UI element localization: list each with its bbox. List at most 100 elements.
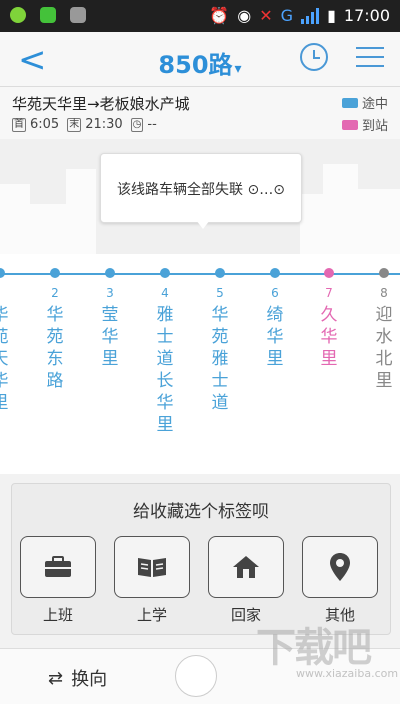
stop-dot [105,268,115,278]
stop-number [0,286,20,300]
stop-name-char: 东 [46,349,64,369]
route-times: 首 6:05 末 21:30 ◷ -- [12,117,157,132]
app-notification-icon [10,7,26,23]
stop-name: 华苑雅士道 [200,304,240,414]
stop-item[interactable]: 华苑天华里 [0,268,20,414]
map-pin-icon [330,553,350,581]
stop-item[interactable]: 6 绮华里 [255,268,295,370]
favorite-tag-sheet: 给收藏选个标签呗 上班 上学 回家 其他 [11,483,391,635]
stop-name-char: 士 [211,371,229,391]
stop-name: 华苑天华里 [0,304,20,414]
stop-name-char: 苑 [46,327,64,347]
signal-icon [301,7,320,24]
stop-item[interactable]: 5 华苑雅士道 [200,268,240,414]
stop-dot [160,268,170,278]
stop-item[interactable]: 4 雅士道长华里 [145,268,185,436]
watermark-url: www.xiazaiba.com [296,667,399,680]
last-bus-tag: 末 [67,117,82,132]
partial-round-button[interactable] [175,655,217,697]
legend-arrived: 到站 [341,115,388,134]
stop-dot [50,268,60,278]
swap-direction-button[interactable]: ⇄ 换向 [48,665,107,691]
stop-name-char: 华 [101,327,119,347]
app-header: < 850路 ▾ [0,32,400,87]
menu-button[interactable] [356,47,384,74]
tag-label-school: 上学 [136,606,167,624]
stop-name-char: 华 [46,305,64,325]
stop-number: 7 [325,286,333,300]
stop-name-char: 华 [0,304,20,326]
stop-number: 5 [216,286,224,300]
stop-name-char: 里 [375,371,393,391]
stop-name-char: 道 [211,393,229,413]
battery-icon: ▮ [327,6,336,25]
stop-name: 迎水北里 [364,304,400,392]
stop-name-char: 里 [320,349,338,369]
stop-name-char: 雅 [156,305,174,325]
stop-name-char: 华 [156,393,174,413]
stop-number: 8 [380,286,388,300]
page-title: 850路 [158,51,233,79]
stop-name: 雅士道长华里 [145,304,185,436]
legend-enroute: 途中 [341,93,388,112]
stop-dot [270,268,280,278]
stop-item[interactable]: 2 华苑东路 [35,268,75,392]
tooltip-text: 该线路车辆全部失联 [117,182,244,198]
briefcase-icon [45,556,71,577]
route-info: 华苑天华里→老板娘水产城 首 6:05 末 21:30 ◷ -- 途中 到站 [0,87,400,139]
swap-arrows-icon: ⇄ [48,667,64,689]
interval-clock-icon: ◷ [130,117,144,132]
no-sim-icon: ✕ [259,6,273,25]
network-type: G [280,6,294,25]
watermark-logo: 下载吧 [256,625,372,671]
last-bus-time: 21:30 [85,117,123,132]
stop-name-char: 久 [320,305,338,325]
interval-value: -- [147,117,157,132]
stop-name-char: 长 [156,371,174,391]
caret-down-icon: ▾ [234,61,242,77]
stop-name-char: 里 [0,392,20,414]
stop-name-char: 士 [156,327,174,347]
route-direction: 华苑天华里→老板娘水产城 [12,95,190,113]
stop-name-char: 路 [46,371,64,391]
lost-contact-tooltip: 该线路车辆全部失联 ⊙…⊙ [100,153,302,229]
stop-dot [324,268,334,278]
bus-enroute-icon [341,97,358,108]
stop-name-char: 莹 [101,305,119,325]
home-icon [233,556,259,578]
stop-dot [379,268,389,278]
legend-enroute-label: 途中 [361,97,388,112]
stop-name-char: 华 [0,370,20,392]
stop-name-char: 华 [266,327,284,347]
stop-item[interactable]: 7 久华里 [309,268,349,370]
first-bus-tag: 首 [12,117,26,132]
stop-name-char: 水 [375,327,393,347]
stop-name-char: 里 [156,415,174,435]
tag-button-school[interactable]: 上学 [114,536,190,625]
tag-label-work: 上班 [42,606,73,624]
tag-button-work[interactable]: 上班 [20,536,96,625]
route-stops-strip[interactable]: 华苑天华里2华苑东路3莹华里4雅士道长华里5华苑雅士道6绮华里7久华里8迎水北里 [0,254,400,474]
stop-name: 莹华里 [90,304,130,370]
stop-dot [0,268,5,278]
stop-number: 4 [161,286,169,300]
alarm-clock-button[interactable] [300,43,328,71]
stop-name-char: 苑 [211,327,229,347]
first-bus-time: 6:05 [30,117,60,132]
stop-name-char: 北 [375,349,393,369]
stop-item[interactable]: 3 莹华里 [90,268,130,370]
stop-name-char: 华 [320,327,338,347]
stop-name-char: 里 [101,349,119,369]
image-notification-icon [70,7,86,23]
stop-name: 绮华里 [255,304,295,370]
stop-number: 6 [271,286,279,300]
stop-number: 2 [51,286,59,300]
clock: 17:00 [343,6,390,25]
swap-label: 换向 [71,669,108,690]
tag-button-home[interactable]: 回家 [208,536,284,625]
disconnected-icon: ⊙…⊙ [247,182,285,198]
stop-item[interactable]: 8 迎水北里 [364,268,400,392]
tag-button-other[interactable]: 其他 [302,536,378,625]
route-selector[interactable]: 850路 ▾ [0,45,400,80]
stop-name: 华苑东路 [35,304,75,392]
